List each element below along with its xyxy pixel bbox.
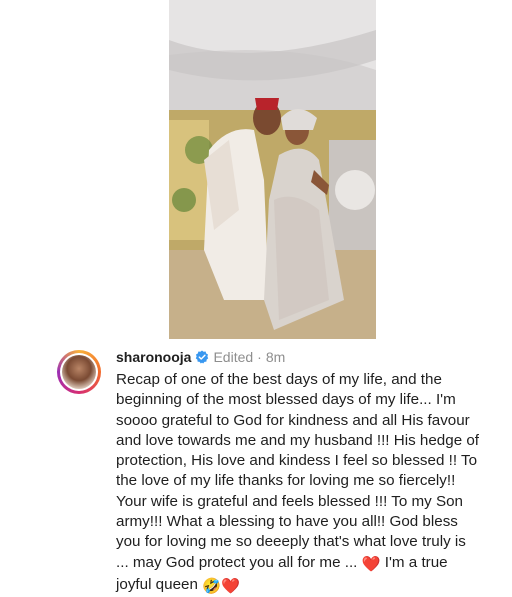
laughing-emoji-icon: 🤣 (202, 577, 222, 595)
caption-line: Recap of one of the best days of my life… (116, 371, 442, 388)
caption-line: I'm a true (384, 553, 448, 571)
caption-line: the love of my life thanks for loving me… (116, 472, 456, 490)
edited-label: Edited (213, 349, 254, 365)
caption-line: joyful queen (116, 575, 198, 593)
avatar-ring-gap (60, 353, 98, 391)
post-photo[interactable] (169, 0, 376, 339)
caption-line: protection, His love and kindess I feel … (116, 452, 478, 470)
comment-header: sharonooja Edited · 8m (116, 348, 285, 366)
caption-line: and love towards me and my husband !!! H… (116, 431, 480, 449)
heart-emoji-icon: ❤️ (221, 577, 240, 595)
caption-line: ... may God protect you all for me ... (116, 553, 358, 571)
caption-line: Your wife is grateful and feels blessed … (116, 492, 463, 510)
verified-badge-icon (195, 350, 209, 364)
heart-emoji-icon: ❤️ (361, 555, 381, 573)
username[interactable]: sharonooja (116, 348, 191, 366)
meta-separator: · (257, 349, 262, 365)
caption-line: you for loving me so deeeply that's what… (116, 533, 466, 551)
wedding-photo-illustration (169, 0, 376, 339)
caption-line: army!!! What a blessing to have you all!… (116, 513, 458, 531)
user-avatar[interactable] (57, 350, 101, 394)
caption-line: soooo grateful to God for kindness and a… (116, 411, 470, 429)
caption-line: beginning of the most blessed days of my… (116, 391, 456, 409)
avatar-photo (62, 355, 96, 389)
timestamp: 8m (265, 349, 286, 365)
comment-caption: Recap of one of the best days of my life… (116, 370, 506, 597)
